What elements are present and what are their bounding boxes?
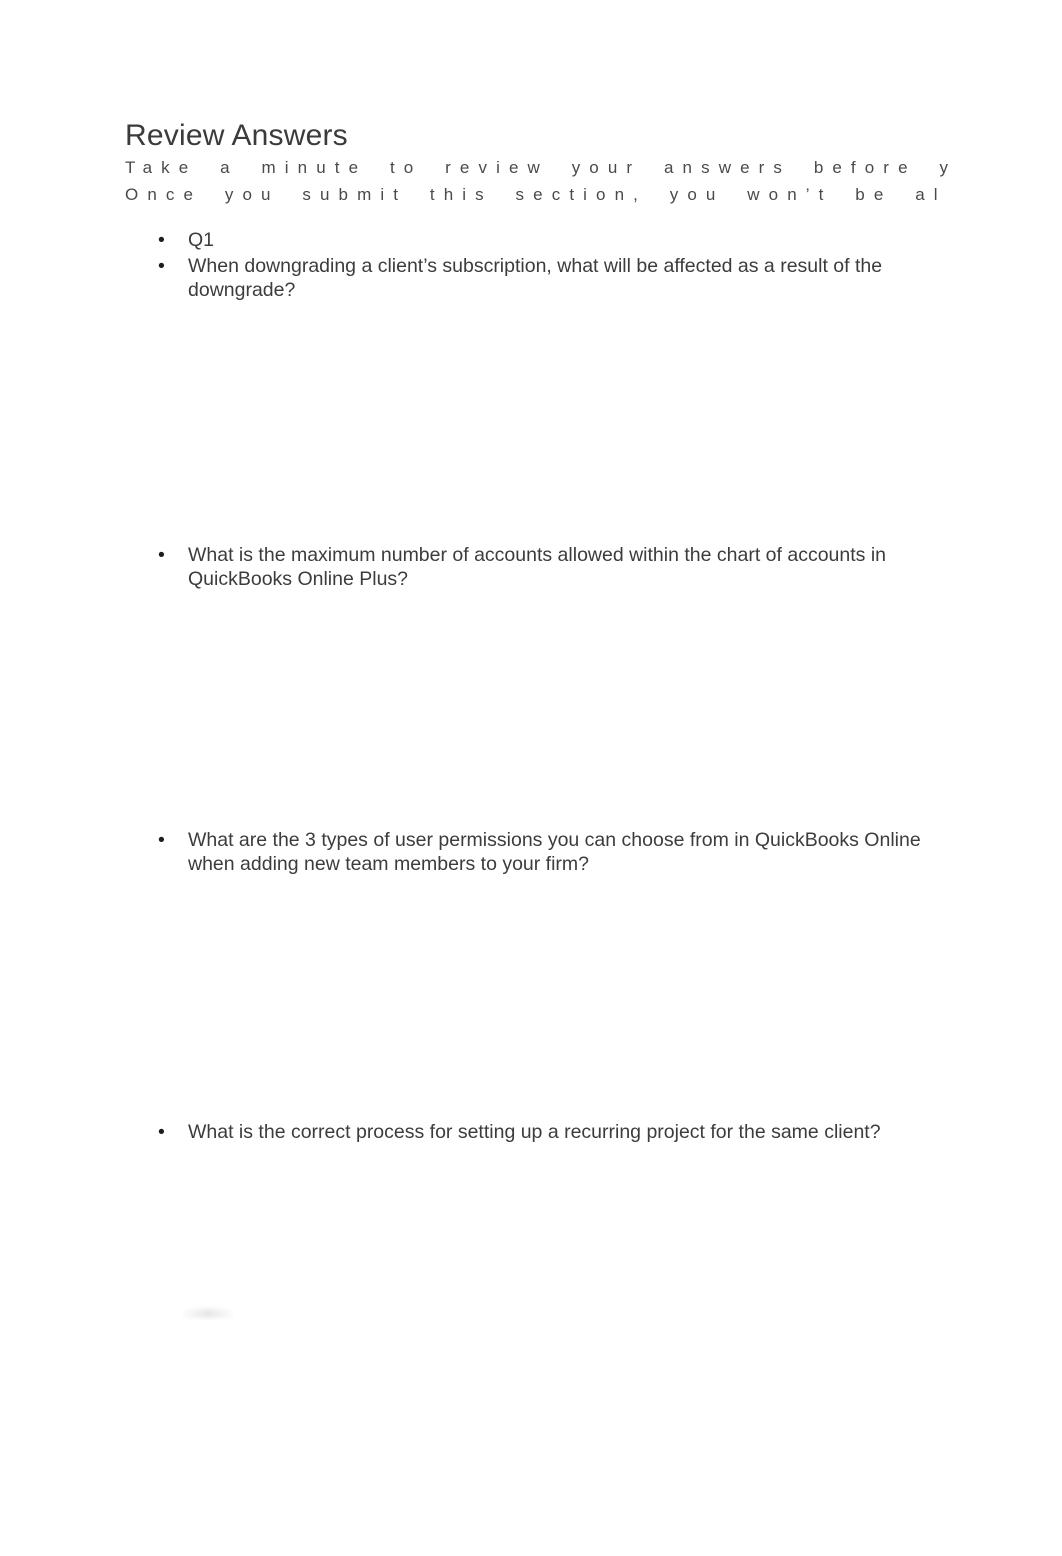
- question-text: What is the maximum number of accounts a…: [188, 543, 886, 591]
- question-text: What are the 3 types of user permissions…: [188, 828, 921, 876]
- bullet-icon: •: [158, 1120, 165, 1143]
- bullet-icon: •: [158, 543, 165, 566]
- page-title: Review Answers: [125, 119, 348, 152]
- question-list: • Q1 • When downgrading a client’s subsc…: [125, 228, 985, 1144]
- question-text: When downgrading a client’s subscription…: [188, 254, 883, 302]
- page-smudge-artifact: [182, 1306, 234, 1319]
- document-header: Review Answers Take a minute to review y…: [125, 118, 1062, 208]
- bullet-icon: •: [158, 254, 165, 277]
- subtitle-line-1: Take a minute to review your answers bef…: [125, 158, 958, 177]
- document-page: Review Answers Take a minute to review y…: [0, 0, 1062, 1556]
- subtitle-line-2: Once you submit this section, you won’t …: [125, 185, 947, 204]
- document-subtitle: Take a minute to review your answers bef…: [125, 154, 1062, 208]
- question-text: What is the correct process for setting …: [188, 1120, 881, 1143]
- list-item-q1: • When downgrading a client’s subscripti…: [125, 254, 985, 303]
- list-item-q3: • What are the 3 types of user permissio…: [125, 828, 985, 877]
- question-label: Q1: [188, 229, 215, 251]
- list-item-q4: • What is the correct process for settin…: [125, 1120, 985, 1145]
- list-item-q2: • What is the maximum number of accounts…: [125, 543, 985, 592]
- bullet-icon: •: [158, 229, 165, 251]
- list-item-q1-label: • Q1: [125, 228, 985, 253]
- bullet-icon: •: [158, 828, 165, 851]
